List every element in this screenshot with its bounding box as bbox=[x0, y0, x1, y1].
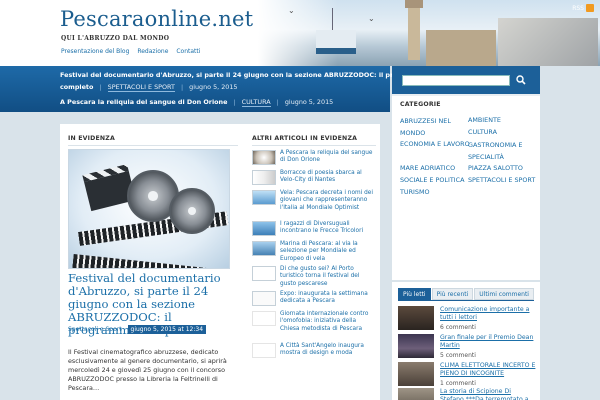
tab-piu-recenti[interactable]: Più recenti bbox=[431, 288, 474, 300]
article-thumb bbox=[252, 343, 276, 358]
popular-comments: 6 commenti bbox=[440, 324, 476, 331]
in-evidenza-title: IN EVIDENZA bbox=[68, 135, 115, 142]
article-title[interactable]: Marina di Pescara: al via la selezione p… bbox=[280, 241, 376, 263]
breaking-title-1-cont[interactable]: completo bbox=[60, 83, 93, 91]
feature-category[interactable]: Spettacoli e Sport bbox=[68, 326, 122, 333]
rss-link[interactable]: RSS bbox=[572, 4, 594, 12]
breaking-row-3: A Pescara la reliquia del sangue di Don … bbox=[60, 98, 334, 107]
breaking-title-2[interactable]: A Pescara la reliquia del sangue di Don … bbox=[60, 98, 227, 106]
article-item[interactable]: Di che gusto sei? Al Porto turistico tor… bbox=[252, 266, 376, 290]
main-content: IN EVIDENZA ALTRI ARTICOLI IN EVIDENZA F… bbox=[60, 124, 380, 400]
feature-image[interactable] bbox=[68, 149, 230, 269]
tab-piu-letti[interactable]: Più letti bbox=[398, 288, 431, 300]
categories-title: CATEGORIE bbox=[400, 101, 441, 108]
article-item[interactable]: Borracce di poesia sbarca al Velo-City d… bbox=[252, 170, 376, 188]
popular-comments: 1 commenti bbox=[440, 380, 476, 387]
tab-ultimi-commenti[interactable]: Ultimi commenti bbox=[474, 288, 534, 300]
popular-tabs: Più letti Più recenti Ultimi commenti bbox=[398, 288, 535, 300]
article-title[interactable]: Giornata internazionale contro l'omofobi… bbox=[280, 311, 376, 333]
category-turismo[interactable]: TURISMO bbox=[400, 188, 430, 196]
rss-icon bbox=[586, 4, 594, 12]
altri-articoli-title: ALTRI ARTICOLI IN EVIDENZA bbox=[252, 135, 358, 142]
breaking-row-2: completo | SPETTACOLI E SPORT | giugno 5… bbox=[60, 83, 238, 92]
categories-panel: CATEGORIE ABRUZZESI NEL MONDO AMBIENTE C… bbox=[392, 94, 540, 280]
article-item[interactable]: A Pescara la reliquia del sangue di Don … bbox=[252, 150, 376, 168]
site-tagline: QUI L'ABRUZZO DAL MONDO bbox=[61, 35, 170, 42]
category-sociale-e-politica[interactable]: SOCIALE E POLITICA bbox=[400, 176, 464, 184]
search-box bbox=[392, 66, 540, 94]
popular-panel: Più letti Più recenti Ultimi commenti Co… bbox=[392, 282, 540, 400]
breaking-title-1[interactable]: Festival del documentario d'Abruzzo, si … bbox=[60, 71, 427, 79]
article-item[interactable]: I ragazzi di Diversuguali incontrano le … bbox=[252, 221, 376, 239]
article-item[interactable]: Marina di Pescara: al via la selezione p… bbox=[252, 241, 376, 265]
category-ambiente[interactable]: AMBIENTE bbox=[468, 116, 501, 124]
search-icon bbox=[516, 75, 526, 85]
popular-thumb bbox=[398, 334, 434, 358]
article-item[interactable]: A Città Sant'Angelo inaugura mostra di d… bbox=[252, 343, 376, 361]
breaking-news-bar: Festival del documentario d'Abruzzo, si … bbox=[0, 66, 427, 112]
article-title[interactable]: I ragazzi di Diversuguali incontrano le … bbox=[280, 221, 376, 236]
article-title[interactable]: Expo: inaugurata la settimana dedicata a… bbox=[280, 291, 376, 306]
article-thumb bbox=[252, 221, 276, 236]
article-thumb bbox=[252, 170, 276, 185]
breaking-category-2[interactable]: CULTURA bbox=[241, 98, 271, 107]
search-input[interactable] bbox=[402, 75, 510, 86]
nav-link-redazione[interactable]: Redazione bbox=[137, 48, 168, 55]
popular-item[interactable]: CLIMA ELETTORALE INCERTO E PIENO DI INCO… bbox=[398, 362, 536, 390]
popular-item[interactable]: Gran finale per il Premio Dean Martin 5 … bbox=[398, 334, 536, 362]
article-thumb bbox=[252, 241, 276, 256]
breaking-date-2: giugno 5, 2015 bbox=[284, 98, 334, 106]
popular-item[interactable]: Comunicazione importante a tutti i letto… bbox=[398, 306, 536, 334]
category-mare-adriatico[interactable]: MARE ADRIATICO bbox=[400, 164, 455, 172]
header-photo: ⌄ ⌄ bbox=[258, 0, 600, 66]
popular-comments: 5 commenti bbox=[440, 352, 476, 359]
popular-title[interactable]: La storia di Scipione Di Stefano ***Da t… bbox=[440, 388, 536, 400]
article-thumb bbox=[252, 150, 276, 165]
top-nav: Presentazione del Blog Redazione Contatt… bbox=[61, 48, 206, 55]
site-logo[interactable]: Pescaraonline.net bbox=[60, 7, 253, 31]
category-piazza-salotto[interactable]: PIAZZA SALOTTO bbox=[468, 164, 523, 172]
breaking-category-1[interactable]: SPETTACOLI E SPORT bbox=[107, 83, 175, 92]
article-thumb bbox=[252, 266, 276, 281]
breaking-date-1: giugno 5, 2015 bbox=[189, 83, 238, 91]
popular-title[interactable]: Gran finale per il Premio Dean Martin bbox=[440, 334, 536, 350]
popular-thumb bbox=[398, 388, 434, 400]
article-title[interactable]: A Città Sant'Angelo inaugura mostra di d… bbox=[280, 343, 376, 358]
feature-excerpt: Il Festival cinematografico abruzzese, d… bbox=[68, 348, 227, 392]
article-title[interactable]: A Pescara la reliquia del sangue di Don … bbox=[280, 150, 376, 165]
popular-thumb bbox=[398, 362, 434, 386]
popular-title[interactable]: Comunicazione importante a tutti i letto… bbox=[440, 306, 536, 322]
feature-date: giugno 5, 2015 at 12:34 bbox=[127, 325, 207, 334]
feature-meta: Spettacoli e Sport giugno 5, 2015 at 12:… bbox=[68, 325, 207, 334]
article-thumb bbox=[252, 190, 276, 205]
search-button[interactable] bbox=[514, 73, 528, 87]
popular-title[interactable]: CLIMA ELETTORALE INCERTO E PIENO DI INCO… bbox=[440, 362, 536, 378]
site-header: Pescaraonline.net QUI L'ABRUZZO DAL MOND… bbox=[0, 0, 600, 66]
category-cultura[interactable]: CULTURA bbox=[468, 128, 497, 136]
nav-link-presentazione[interactable]: Presentazione del Blog bbox=[61, 48, 129, 55]
article-item[interactable]: Giornata internazionale contro l'omofobi… bbox=[252, 311, 376, 341]
article-title[interactable]: Borracce di poesia sbarca al Velo-City d… bbox=[280, 170, 376, 185]
popular-item[interactable]: La storia di Scipione Di Stefano ***Da t… bbox=[398, 388, 536, 400]
nav-link-contatti[interactable]: Contatti bbox=[176, 48, 200, 55]
popular-thumb bbox=[398, 306, 434, 330]
article-item[interactable]: Vela: Pescara decreta i nomi dei giovani… bbox=[252, 190, 376, 220]
category-economia-e-lavoro[interactable]: ECONOMIA E LAVORO bbox=[400, 140, 470, 148]
article-thumb bbox=[252, 311, 276, 326]
article-title[interactable]: Vela: Pescara decreta i nomi dei giovani… bbox=[280, 190, 376, 212]
sidebar: CATEGORIE ABRUZZESI NEL MONDO AMBIENTE C… bbox=[390, 66, 540, 400]
rss-label: RSS bbox=[572, 4, 584, 12]
article-item[interactable]: Expo: inaugurata la settimana dedicata a… bbox=[252, 291, 376, 309]
category-spettacoli-e-sport[interactable]: SPETTACOLI E SPORT bbox=[468, 176, 535, 184]
category-gastronomia[interactable]: GASTRONOMIA E SPECIALITÀ bbox=[468, 140, 538, 163]
article-title[interactable]: Di che gusto sei? Al Porto turistico tor… bbox=[280, 266, 376, 288]
article-thumb bbox=[252, 291, 276, 306]
category-abruzzesi-nel-mondo[interactable]: ABRUZZESI NEL MONDO bbox=[400, 116, 460, 139]
